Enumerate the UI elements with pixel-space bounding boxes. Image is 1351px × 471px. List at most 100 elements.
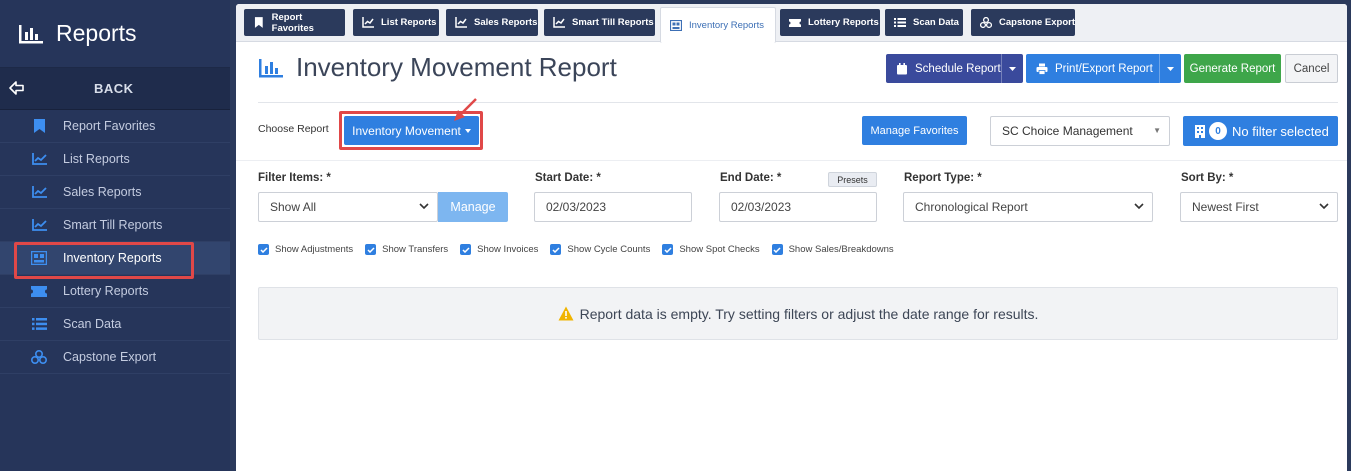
page-header: Inventory Movement Report: [258, 52, 617, 83]
arrow-left-icon: [9, 81, 24, 95]
start-date-input[interactable]: 02/03/2023: [534, 192, 692, 222]
tab-label: Capstone Export: [999, 17, 1076, 28]
filter-label: No filter selected: [1232, 123, 1329, 139]
bar-chart-icon: [19, 24, 43, 43]
sidebar-item-label: Sales Reports: [63, 185, 142, 199]
sidebar-item-lottery-reports[interactable]: Lottery Reports: [0, 275, 230, 308]
tab-report-favorites[interactable]: Report Favorites: [244, 9, 345, 36]
chart-line-icon: [362, 17, 374, 28]
manage-filter-button[interactable]: Manage: [438, 192, 508, 222]
checkbox-label: Show Transfers: [382, 244, 449, 255]
back-button[interactable]: BACK: [0, 68, 230, 110]
report-type-label: Report Type: *: [904, 172, 982, 184]
tab-inventory-reports[interactable]: Inventory Reports: [660, 7, 776, 43]
chart-line-icon: [31, 184, 47, 200]
show-invoices-checkbox[interactable]: Show Invoices: [460, 244, 538, 255]
chevron-down-icon: [1319, 203, 1329, 210]
sidebar-item-sales-reports[interactable]: Sales Reports: [0, 176, 230, 209]
selected-report-label: Inventory Movement: [352, 123, 461, 138]
cubes-icon: [980, 17, 992, 28]
tab-sales-reports[interactable]: Sales Reports: [446, 9, 538, 36]
bookmark-icon: [254, 17, 263, 28]
sort-by-label: Sort By: *: [1181, 172, 1234, 184]
calendar-icon: [897, 62, 907, 74]
show-spot-checks-checkbox[interactable]: Show Spot Checks: [662, 244, 760, 255]
sidebar-item-scan-data[interactable]: Scan Data: [0, 308, 230, 341]
end-date-input[interactable]: 02/03/2023: [719, 192, 877, 222]
bookmark-icon: [31, 118, 47, 134]
sidebar-item-list-reports[interactable]: List Reports: [0, 143, 230, 176]
ticket-icon: [31, 283, 47, 299]
show-adjustments-checkbox[interactable]: Show Adjustments: [258, 244, 353, 255]
caret-down-icon: ▼: [1153, 126, 1161, 135]
sidebar-item-report-favorites[interactable]: Report Favorites: [0, 110, 230, 143]
caret-down-icon: [464, 128, 471, 133]
tab-label: Scan Data: [913, 17, 959, 28]
tab-label: List Reports: [381, 17, 437, 28]
sidebar-item-label: Capstone Export: [63, 350, 157, 364]
schedule-dropdown-toggle[interactable]: [1001, 54, 1023, 83]
inventory-icon: [31, 250, 47, 266]
report-select-dropdown[interactable]: Inventory Movement: [344, 116, 479, 145]
cancel-button[interactable]: Cancel: [1285, 54, 1338, 83]
check-icon: [258, 244, 269, 255]
chart-line-icon: [31, 151, 47, 167]
tab-list-reports[interactable]: List Reports: [353, 9, 439, 36]
filter-items-value: Show All: [270, 200, 317, 214]
company-value: SC Choice Management: [1002, 124, 1133, 138]
caret-down-icon: [1167, 66, 1174, 71]
presets-button[interactable]: Presets: [828, 172, 877, 187]
show-sales-breakdowns-checkbox[interactable]: Show Sales/Breakdowns: [771, 244, 894, 255]
sidebar-item-label: List Reports: [63, 152, 130, 166]
tab-scan-data[interactable]: Scan Data: [885, 9, 963, 36]
show-transfers-checkbox[interactable]: Show Transfers: [365, 244, 448, 255]
ticket-icon: [789, 19, 801, 27]
report-type-select[interactable]: Chronological Report: [903, 192, 1153, 222]
tab-capstone-export[interactable]: Capstone Export: [971, 9, 1075, 36]
sidebar-item-capstone-export[interactable]: Capstone Export: [0, 341, 230, 374]
sidebar-item-label: Scan Data: [63, 317, 122, 331]
back-label: BACK: [94, 81, 134, 96]
checkbox-label: Show Adjustments: [275, 244, 354, 255]
tab-lottery-reports[interactable]: Lottery Reports: [780, 9, 880, 36]
checkbox-label: Show Sales/Breakdowns: [788, 244, 894, 255]
section-divider: [236, 160, 1347, 161]
chevron-down-icon: [1134, 203, 1144, 210]
check-icon: [771, 244, 783, 255]
page-title: Inventory Movement Report: [296, 52, 617, 82]
sort-by-value: Newest First: [1192, 200, 1259, 214]
sidebar-header: Reports: [0, 0, 230, 68]
filter-items-select[interactable]: Show All: [258, 192, 438, 222]
main-panel: Report Favorites List Reports Sales Repo…: [236, 4, 1347, 471]
company-select[interactable]: SC Choice Management ▼: [990, 116, 1170, 146]
header-divider: [258, 102, 1338, 103]
manage-favorites-button[interactable]: Manage Favorites: [862, 116, 967, 145]
choose-report-label: Choose Report: [258, 123, 329, 135]
empty-message-text: Report data is empty. Try setting filter…: [579, 305, 1039, 322]
sort-by-select[interactable]: Newest First: [1180, 192, 1338, 222]
chart-line-icon: [31, 217, 47, 233]
tab-label: Smart Till Reports: [572, 17, 654, 28]
check-icon: [365, 244, 377, 255]
sidebar: Reports BACK Report Favorites List Repor…: [0, 0, 230, 471]
tab-label: Sales Reports: [474, 17, 538, 28]
print-dropdown-toggle[interactable]: [1159, 54, 1181, 83]
show-cycle-counts-checkbox[interactable]: Show Cycle Counts: [550, 244, 650, 255]
report-tabs: Report Favorites List Reports Sales Repo…: [236, 4, 1347, 43]
tab-smart-till-reports[interactable]: Smart Till Reports: [544, 9, 655, 36]
checkbox-label: Show Cycle Counts: [567, 244, 651, 255]
checkbox-label: Show Spot Checks: [679, 244, 760, 255]
inventory-icon: [670, 20, 682, 31]
tab-label: Lottery Reports: [808, 17, 879, 28]
sidebar-item-label: Inventory Reports: [63, 251, 162, 265]
building-icon: [1195, 124, 1205, 138]
check-icon: [662, 244, 674, 255]
cubes-icon: [31, 349, 47, 365]
generate-report-button[interactable]: Generate Report: [1184, 54, 1281, 83]
print-export-button[interactable]: Print/Export Report: [1026, 54, 1181, 83]
sidebar-item-inventory-reports[interactable]: Inventory Reports: [0, 242, 230, 275]
sidebar-item-smart-till-reports[interactable]: Smart Till Reports: [0, 209, 230, 242]
filter-selector-button[interactable]: 0 No filter selected: [1183, 116, 1338, 146]
empty-report-message: Report data is empty. Try setting filter…: [258, 287, 1338, 340]
schedule-report-button[interactable]: Schedule Report: [886, 54, 1023, 83]
